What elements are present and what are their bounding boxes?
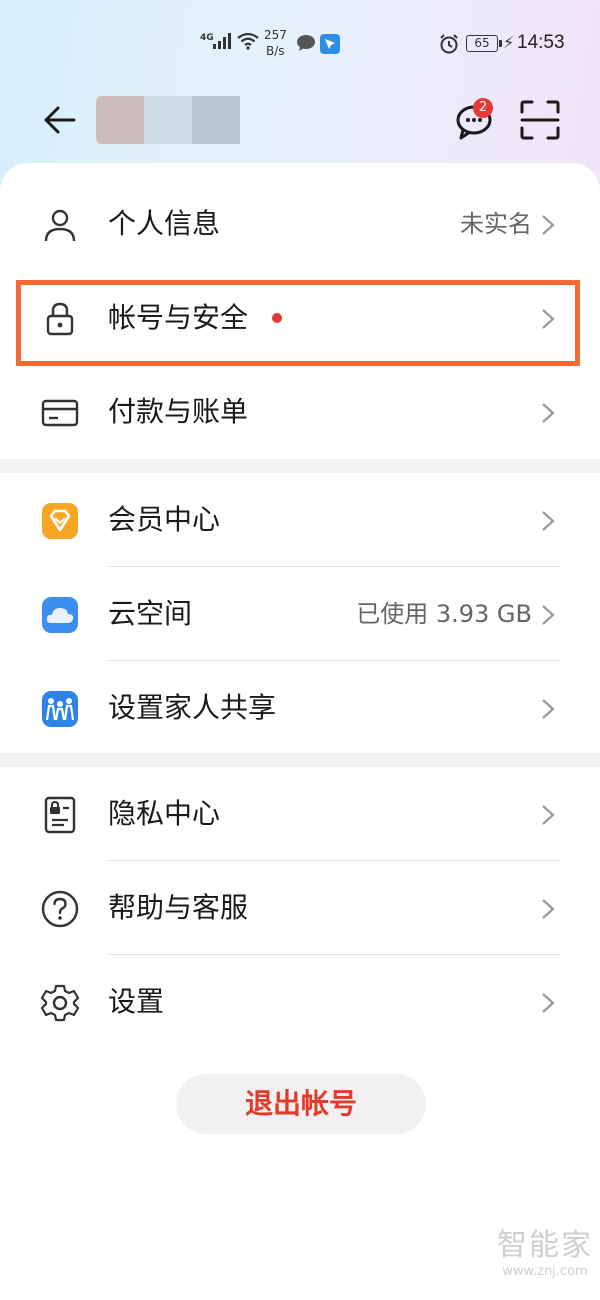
status-bar: 4G 257 B/s 65 ⚡ 14:53 [0,24,600,68]
menu-item-account-security[interactable]: 帐号与安全 [0,271,600,365]
unread-red-dot [272,313,282,323]
logout-button[interactable]: 退出帐号 [176,1074,426,1134]
storage-used-value: 已使用 3.93 GB [356,600,532,628]
clock: 14:53 [517,32,565,53]
signal-icon [213,33,231,49]
battery-indicator: 65 [466,35,502,52]
group-separator [0,459,600,473]
menu-item-membership[interactable]: 会员中心 [0,473,600,567]
menu-item-payment-billing[interactable]: 付款与账单 [0,365,600,459]
network-speed-value: 257 [264,28,287,42]
menu-item-label: 隐私中心 [108,797,221,830]
scan-icon[interactable] [518,98,562,142]
menu-item-label: 帐号与安全 [108,301,249,334]
wifi-icon [237,32,259,50]
back-arrow-icon[interactable] [38,100,82,140]
menu-item-family-sharing[interactable]: 设置家人共享 [0,661,600,755]
cloud-icon [42,597,78,633]
menu-item-value: 未实名 [460,210,532,238]
alarm-icon [440,34,458,54]
menu-item-settings[interactable]: 设置 [0,955,600,1049]
menu-item-label: 帮助与客服 [108,891,249,924]
lock-icon [46,302,74,336]
chevron-right-icon [542,993,555,1013]
gear-icon [40,984,80,1022]
menu-item-cloud-space[interactable]: 云空间 已使用 3.93 GB [0,567,600,661]
header-bar: 2 [0,90,600,150]
watermark-brand: 智能家 [497,1228,593,1263]
chevron-right-icon [542,215,555,235]
menu-item-privacy-center[interactable]: 隐私中心 [0,767,600,861]
menu-item-label: 设置家人共享 [108,691,277,724]
notification-badge: 2 [473,98,493,118]
app-notification-icon [320,34,340,54]
chevron-right-icon [542,699,555,719]
watermark-url: www.znj.com [502,1264,588,1279]
membership-diamond-icon [42,503,78,539]
privacy-icon [44,796,76,834]
chevron-right-icon [542,805,555,825]
chevron-right-icon [542,403,555,423]
menu-item-label: 个人信息 [108,207,221,240]
account-name-blurred [96,96,240,144]
chevron-right-icon [542,511,555,531]
network-speed-unit: B/s [266,44,285,58]
chevron-right-icon [542,309,555,329]
person-icon [44,209,76,242]
help-icon [41,890,79,928]
card-icon [41,399,79,427]
menu-item-personal-info[interactable]: 个人信息 未实名 [0,177,600,271]
group-separator [0,753,600,767]
chevron-right-icon [542,605,555,625]
menu-item-label: 付款与账单 [108,395,249,428]
menu-item-help-support[interactable]: 帮助与客服 [0,861,600,955]
message-notification-icon [297,35,315,51]
menu-item-label: 云空间 [108,597,193,630]
menu-item-label: 设置 [108,985,165,1018]
chevron-right-icon [542,899,555,919]
menu-item-label: 会员中心 [108,503,221,536]
charging-icon: ⚡ [503,33,515,52]
watermark: 智能家 www.znj.com [490,1228,600,1280]
family-share-icon [42,691,78,727]
